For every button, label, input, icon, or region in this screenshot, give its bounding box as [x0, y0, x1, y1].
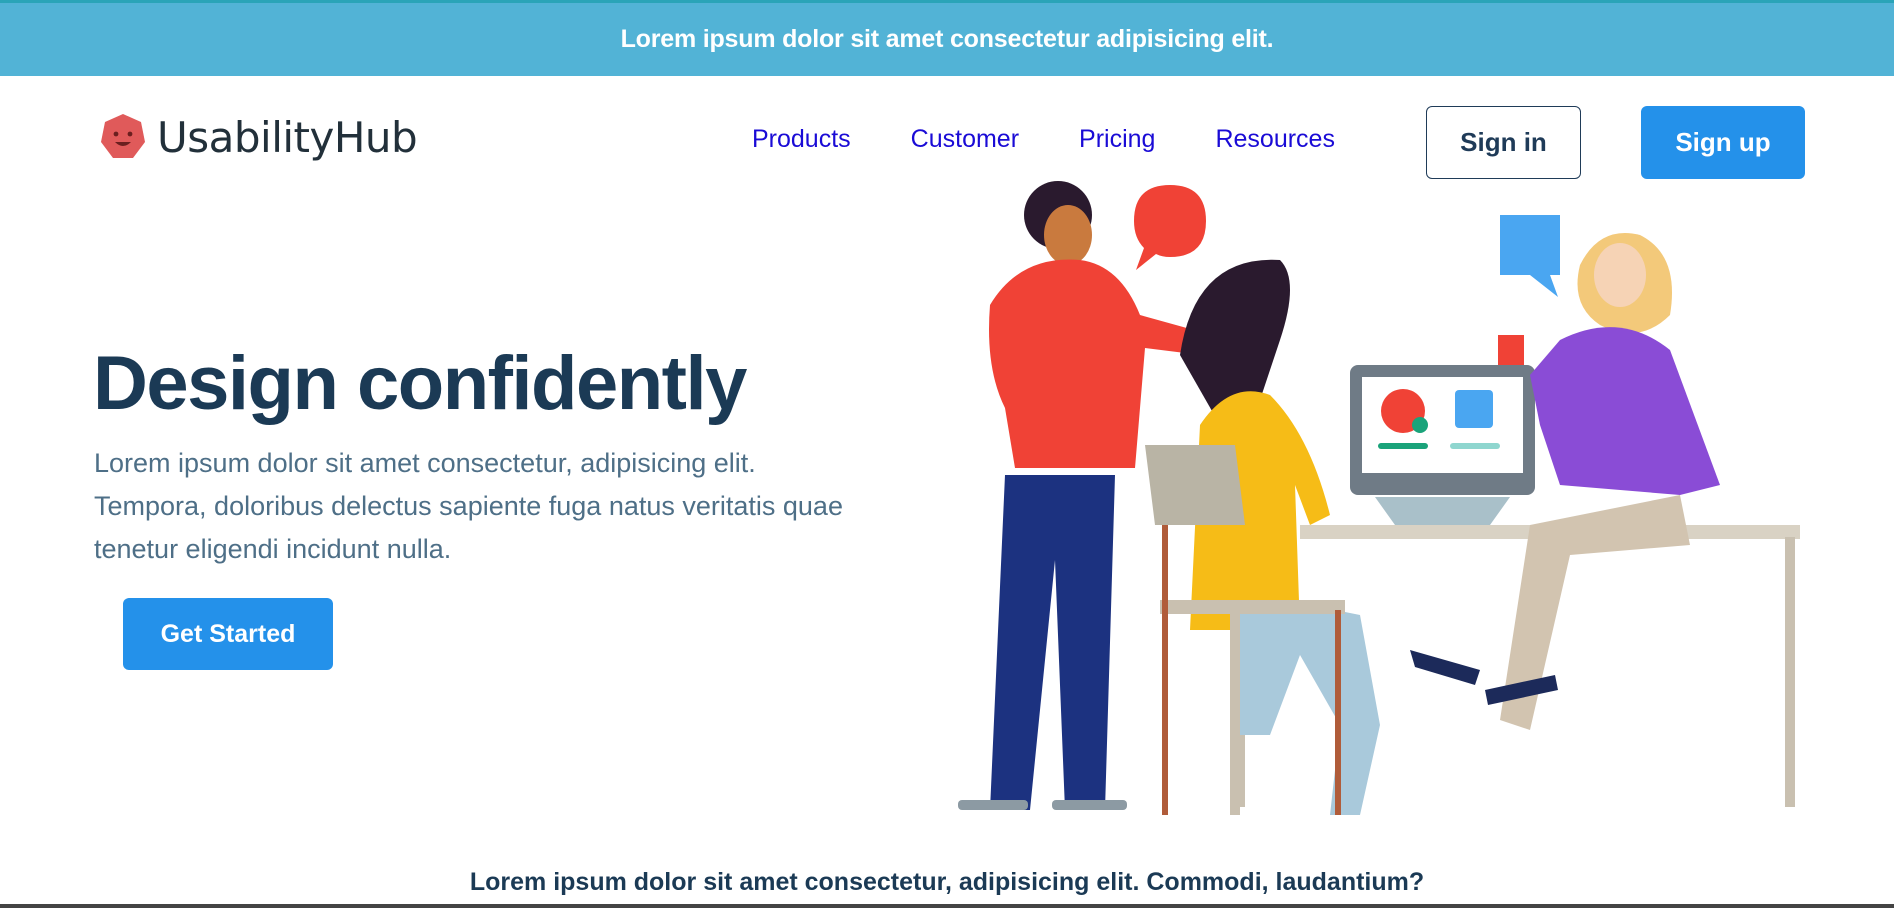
brand-name: UsabilityHub [157, 112, 418, 162]
nav-products-link[interactable]: Products [752, 125, 851, 154]
announcement-bar: Lorem ipsum dolor sit amet consectetur a… [0, 0, 1894, 76]
main-nav: Products Customer Pricing Resources [752, 125, 1395, 154]
get-started-button[interactable]: Get Started [123, 598, 333, 670]
sign-in-button[interactable]: Sign in [1426, 106, 1581, 179]
red-speech-bubble-icon [1134, 185, 1206, 270]
nav-pricing-link[interactable]: Pricing [1079, 125, 1155, 154]
hero-description: Lorem ipsum dolor sit amet consectetur, … [94, 448, 843, 564]
blue-speech-bubble-icon [1500, 215, 1560, 297]
brand-logo[interactable]: UsabilityHub [99, 112, 418, 162]
monitor-shape [1350, 365, 1535, 525]
hero-title: Design confidently [93, 341, 747, 426]
bottom-divider [0, 904, 1894, 908]
brand-mascot-icon [101, 114, 145, 158]
sign-up-button[interactable]: Sign up [1641, 106, 1805, 179]
announcement-text: Lorem ipsum dolor sit amet consectetur a… [620, 25, 1274, 53]
nav-customer-link[interactable]: Customer [911, 125, 1019, 154]
footer-tagline: Lorem ipsum dolor sit amet consectetur, … [469, 868, 1425, 896]
nav-resources-link[interactable]: Resources [1215, 125, 1335, 154]
hero-illustration [958, 181, 1800, 815]
